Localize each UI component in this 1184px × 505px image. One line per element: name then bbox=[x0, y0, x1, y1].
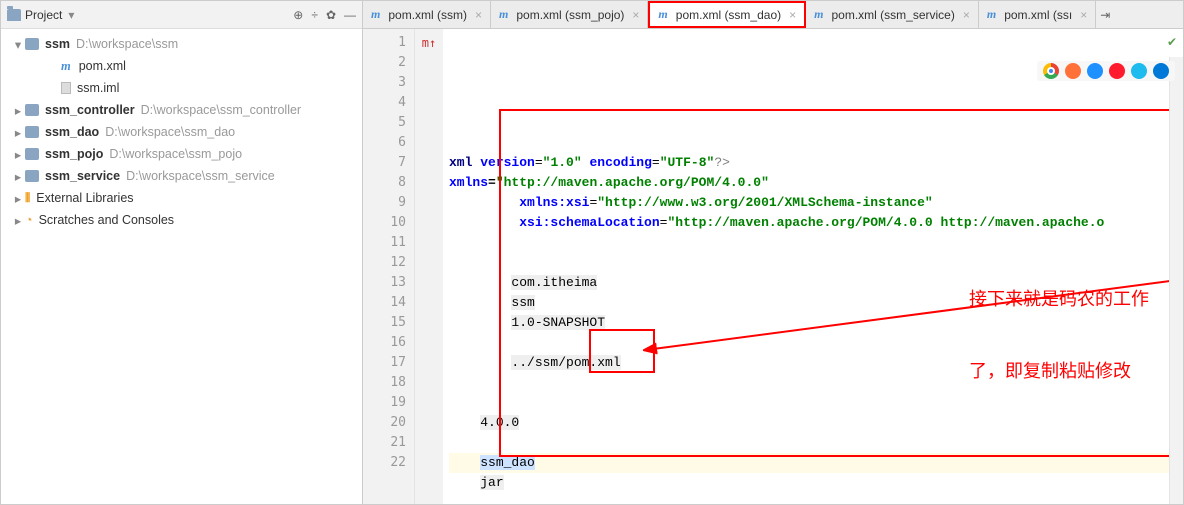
gear-icon[interactable]: ✿ bbox=[326, 8, 336, 22]
sidebar-header: Project ▾ ⊕ ÷ ✿ — bbox=[1, 1, 362, 29]
project-icon bbox=[7, 9, 21, 21]
maven-file-icon: m bbox=[658, 7, 667, 22]
collapse-icon[interactable]: ÷ bbox=[311, 8, 318, 22]
safari-icon[interactable] bbox=[1087, 63, 1103, 79]
tree-scratches-and-consoles[interactable]: ▸◔Scratches and Consoles bbox=[1, 209, 362, 231]
code-view[interactable]: 接下来就是码农的工作 了，即复制粘贴修改 xml version="1.0" e… bbox=[443, 29, 1183, 504]
target-icon[interactable]: ⊕ bbox=[293, 8, 303, 22]
code-line-15[interactable] bbox=[449, 433, 1183, 453]
annotation-text: 接下来就是码农的工作 了，即复制粘贴修改 bbox=[969, 239, 1179, 431]
edge-icon[interactable] bbox=[1153, 63, 1169, 79]
tabs-overflow-icon[interactable]: ⇥ bbox=[1096, 1, 1114, 28]
tree-external-libraries[interactable]: ▸⫴External Libraries bbox=[1, 187, 362, 209]
browser-icons bbox=[1037, 61, 1175, 81]
project-tree: ▾ssmD:\workspace\ssmmpom.xmlssm.iml▸ssm_… bbox=[1, 29, 362, 504]
maven-file-icon: m bbox=[371, 7, 380, 22]
close-icon[interactable]: × bbox=[475, 8, 482, 22]
sidebar-title: Project bbox=[25, 8, 62, 22]
editor-panel: mpom.xml (ssm)×mpom.xml (ssm_pojo)×mpom.… bbox=[363, 1, 1183, 504]
tree-module-ssm_controller[interactable]: ▸ssm_controllerD:\workspace\ssm_controll… bbox=[1, 99, 362, 121]
tree-file-pom-xml[interactable]: mpom.xml bbox=[1, 55, 362, 77]
dropdown-icon[interactable]: ▾ bbox=[68, 8, 74, 22]
code-line-3[interactable]: xmlns:xsi="http://www.w3.org/2001/XMLSch… bbox=[449, 193, 1183, 213]
tab-pom-xml-ss-[interactable]: mpom.xml (ssı× bbox=[979, 1, 1096, 28]
code-line-4[interactable]: xsi:schemaLocation="http://maven.apache.… bbox=[449, 213, 1183, 233]
tab-pom-xml-ssm_service-[interactable]: mpom.xml (ssm_service)× bbox=[806, 1, 979, 28]
inspection-ok-icon: ✔ bbox=[1167, 35, 1177, 49]
close-icon[interactable]: × bbox=[632, 8, 639, 22]
tab-pom-xml-ssm-[interactable]: mpom.xml (ssm)× bbox=[363, 1, 491, 28]
tab-pom-xml-ssm_dao-[interactable]: mpom.xml (ssm_dao)× bbox=[648, 1, 806, 28]
editor-area: 12345678910111213141516171819202122 m↑ 接… bbox=[363, 29, 1183, 504]
code-line-16[interactable]: ssm_dao bbox=[449, 453, 1183, 473]
gutter-marks: m↑ bbox=[415, 29, 443, 504]
hide-icon[interactable]: — bbox=[344, 8, 356, 22]
code-line-18[interactable] bbox=[449, 493, 1183, 504]
close-icon[interactable]: × bbox=[963, 8, 970, 22]
tab-pom-xml-ssm_pojo-[interactable]: mpom.xml (ssm_pojo)× bbox=[491, 1, 648, 28]
maven-file-icon: m bbox=[499, 7, 508, 22]
ie-icon[interactable] bbox=[1131, 63, 1147, 79]
tree-root[interactable]: ▾ssmD:\workspace\ssm bbox=[1, 33, 362, 55]
project-sidebar: Project ▾ ⊕ ÷ ✿ — ▾ssmD:\workspace\ssmmp… bbox=[1, 1, 363, 504]
code-line-1[interactable]: xml version="1.0" encoding="UTF-8"?> bbox=[449, 153, 1183, 173]
tree-module-ssm_dao[interactable]: ▸ssm_daoD:\workspace\ssm_dao bbox=[1, 121, 362, 143]
editor-marker-strip bbox=[1169, 57, 1183, 504]
close-icon[interactable]: × bbox=[1080, 8, 1087, 22]
tree-file-ssm-iml[interactable]: ssm.iml bbox=[1, 77, 362, 99]
opera-icon[interactable] bbox=[1109, 63, 1125, 79]
editor-tabs: mpom.xml (ssm)×mpom.xml (ssm_pojo)×mpom.… bbox=[363, 1, 1183, 29]
code-line-2[interactable]: xmlns="http://maven.apache.org/POM/4.0.0… bbox=[449, 173, 1183, 193]
tree-module-ssm_service[interactable]: ▸ssm_serviceD:\workspace\ssm_service bbox=[1, 165, 362, 187]
chrome-icon[interactable] bbox=[1043, 63, 1059, 79]
tree-module-ssm_pojo[interactable]: ▸ssm_pojoD:\workspace\ssm_pojo bbox=[1, 143, 362, 165]
firefox-icon[interactable] bbox=[1065, 63, 1081, 79]
close-icon[interactable]: × bbox=[789, 8, 796, 22]
line-gutter: 12345678910111213141516171819202122 bbox=[363, 29, 415, 504]
maven-file-icon: m bbox=[987, 7, 996, 22]
code-line-17[interactable]: jar bbox=[449, 473, 1183, 493]
maven-file-icon: m bbox=[814, 7, 823, 22]
